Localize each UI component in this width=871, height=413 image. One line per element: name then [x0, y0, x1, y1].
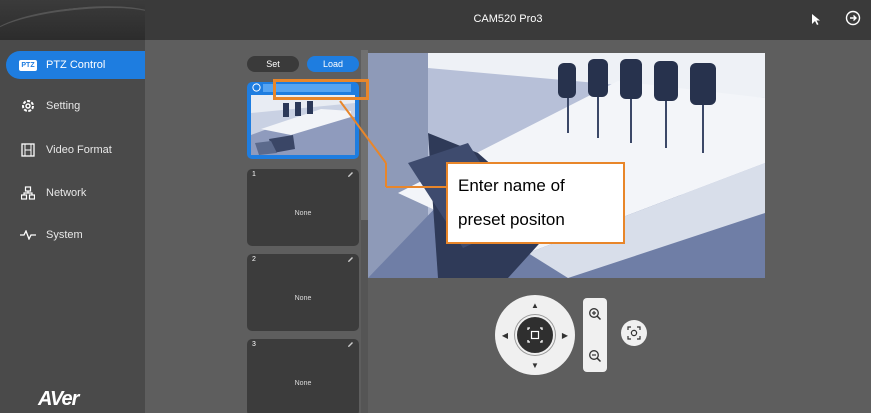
callout-line-1: Enter name of — [458, 176, 565, 195]
sidebar-item-network[interactable]: Network — [6, 179, 145, 207]
name-field-highlight — [273, 79, 369, 100]
arrow-up-icon[interactable]: ▲ — [528, 298, 542, 312]
preset-number: 1 — [252, 171, 256, 178]
zoom-in-icon — [589, 308, 602, 321]
callout-annotation: Enter name of preset positon — [446, 162, 625, 244]
sidebar-item-label: Network — [46, 187, 87, 199]
pencil-icon[interactable] — [347, 341, 354, 348]
preset-card-header: 1 — [247, 169, 359, 180]
top-bar: CAM520 Pro3 — [145, 0, 871, 40]
pencil-icon[interactable] — [347, 256, 354, 263]
sidebar-header — [0, 0, 145, 40]
logout-icon[interactable] — [845, 10, 861, 26]
preset-card-header: 3 — [247, 339, 359, 350]
sidebar-item-label: System — [46, 229, 83, 241]
cursor-icon — [812, 14, 820, 25]
pencil-icon[interactable] — [347, 171, 354, 178]
zoom-in-button[interactable] — [585, 304, 605, 324]
sidebar-item-label: PTZ Control — [46, 59, 106, 71]
pulse-icon — [18, 225, 38, 245]
load-button[interactable]: Load — [307, 56, 359, 72]
zoom-out-button[interactable] — [585, 346, 605, 366]
focus-icon — [627, 326, 641, 340]
preset-card-3[interactable]: 3 None — [247, 339, 359, 413]
sidebar-item-video-format[interactable]: Video Format — [6, 136, 145, 164]
sidebar: PTZ PTZ Control Setting Video Format Net… — [0, 0, 145, 413]
sidebar-item-setting[interactable]: Setting — [6, 92, 145, 120]
preset-content: None — [294, 379, 312, 387]
arrow-right-icon[interactable]: ▶ — [558, 328, 572, 342]
arrow-down-icon[interactable]: ▼ — [528, 358, 542, 372]
home-button[interactable] — [515, 315, 555, 355]
focus-button[interactable] — [621, 320, 647, 346]
film-icon — [18, 140, 38, 160]
preset-number-badge — [252, 83, 261, 92]
preset-scrollbar[interactable] — [361, 50, 368, 413]
zoom-out-icon — [589, 350, 602, 363]
sidebar-item-label: Video Format — [46, 144, 112, 156]
preset-card-2[interactable]: 2 None — [247, 254, 359, 331]
page-title: CAM520 Pro3 — [473, 13, 543, 25]
sidebar-item-system[interactable]: System — [6, 221, 145, 249]
brand-logo: AVer — [38, 388, 79, 410]
pan-tilt-dpad: ▲ ▼ ◀ ▶ — [495, 295, 575, 375]
preset-content: None — [294, 209, 312, 217]
preset-card-header: 2 — [247, 254, 359, 265]
gear-icon — [18, 96, 38, 116]
decorative-swoosh — [0, 0, 145, 40]
callout-line-2: preset positon — [458, 210, 565, 229]
preset-card-1[interactable]: 1 None — [247, 169, 359, 246]
scrollbar-thumb[interactable] — [361, 50, 368, 220]
sidebar-item-label: Setting — [46, 100, 81, 112]
sidebar-item-ptz-control[interactable]: PTZ PTZ Control — [6, 51, 145, 79]
arrow-left-icon[interactable]: ◀ — [498, 328, 512, 342]
preset-number: 2 — [252, 256, 256, 263]
preset-thumbnail — [251, 95, 355, 155]
set-button[interactable]: Set — [247, 56, 299, 72]
ptz-icon: PTZ — [19, 59, 37, 71]
network-icon — [18, 183, 38, 203]
home-icon — [527, 327, 543, 343]
preset-content: None — [294, 294, 312, 302]
zoom-control — [583, 298, 607, 372]
preset-number: 3 — [252, 341, 256, 348]
